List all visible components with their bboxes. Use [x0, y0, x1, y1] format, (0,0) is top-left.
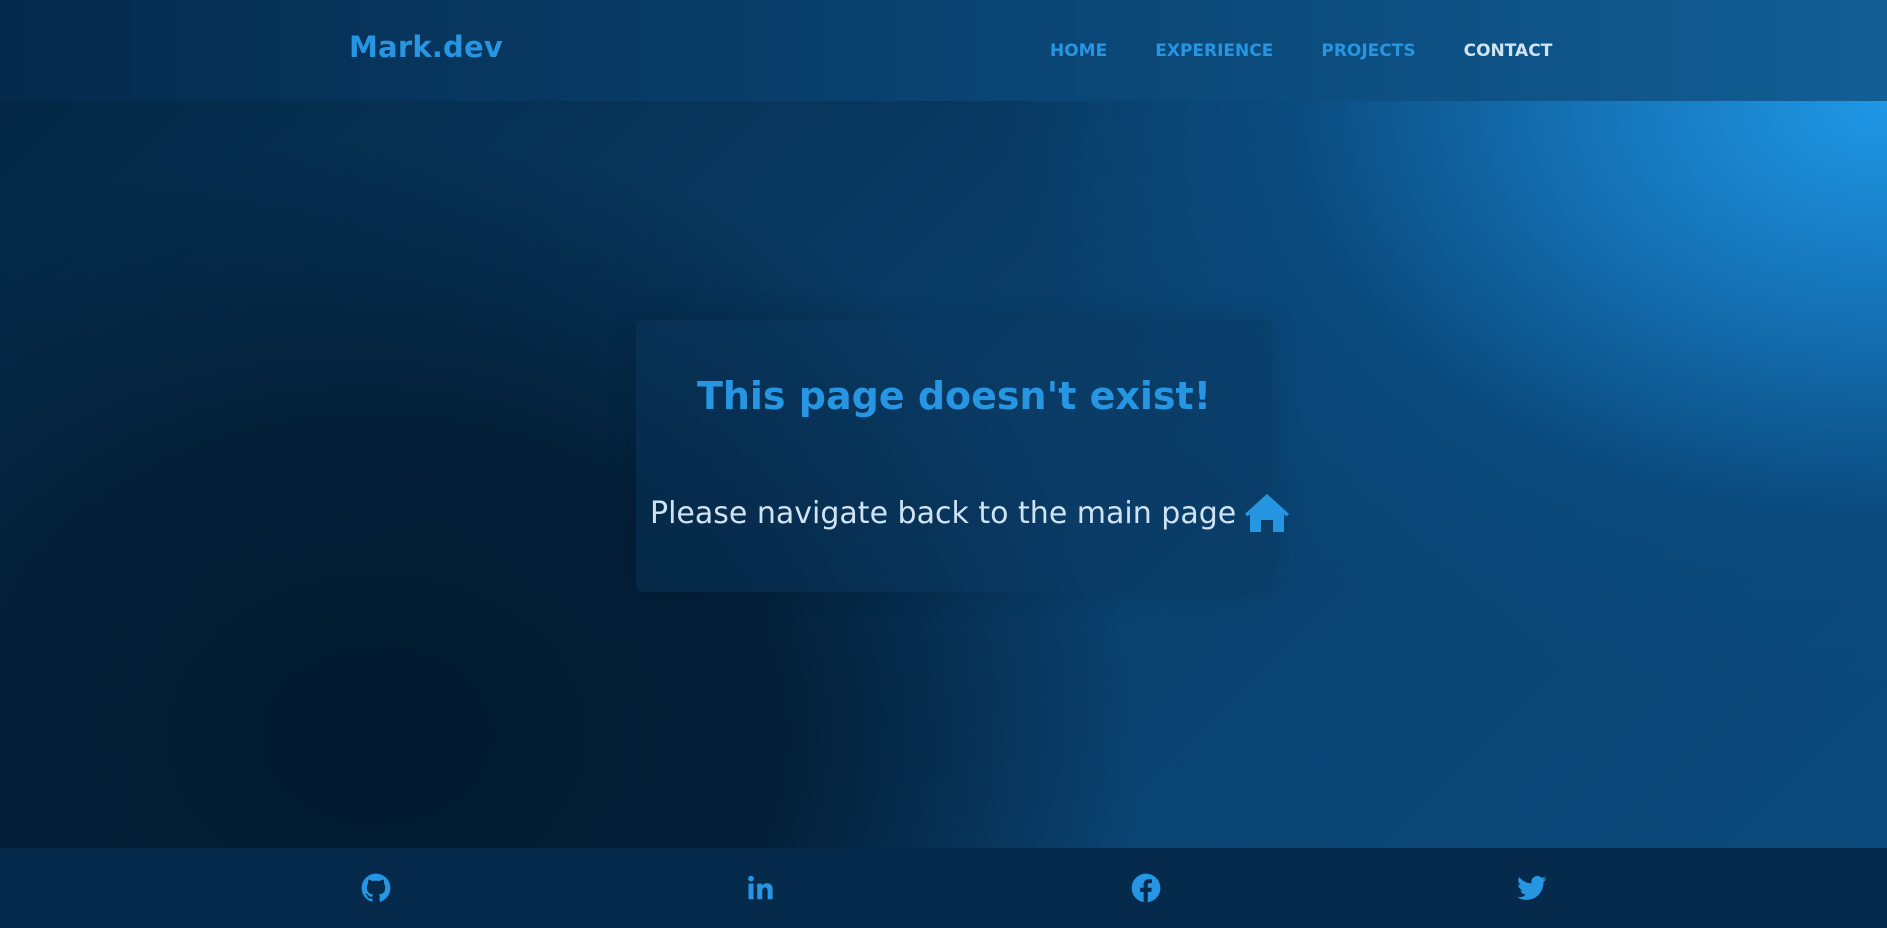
main-nav: HOME EXPERIENCE PROJECTS CONTACT: [1050, 41, 1552, 61]
home-icon[interactable]: [1244, 493, 1290, 533]
page: Mark.dev HOME EXPERIENCE PROJECTS CONTAC…: [0, 0, 1887, 928]
facebook-icon[interactable]: [1131, 873, 1161, 903]
site-header: Mark.dev HOME EXPERIENCE PROJECTS CONTAC…: [0, 0, 1887, 101]
navigate-back-line: Please navigate back to the main page: [650, 493, 1290, 533]
brand-logo[interactable]: Mark.dev: [349, 30, 503, 64]
navigate-back-message: Please navigate back to the main page: [650, 495, 1237, 531]
site-footer: [0, 848, 1887, 928]
not-found-card: This page doesn't exist! Please navigate…: [636, 320, 1290, 592]
nav-home[interactable]: HOME: [1050, 41, 1107, 61]
hero-section: This page doesn't exist! Please navigate…: [0, 101, 1887, 848]
twitter-icon[interactable]: [1517, 873, 1547, 903]
nav-projects[interactable]: PROJECTS: [1321, 41, 1415, 61]
not-found-title: This page doesn't exist!: [696, 374, 1212, 418]
nav-contact[interactable]: CONTACT: [1464, 41, 1553, 61]
github-icon[interactable]: [361, 873, 391, 903]
nav-experience[interactable]: EXPERIENCE: [1155, 41, 1273, 61]
linkedin-icon[interactable]: [746, 873, 776, 903]
